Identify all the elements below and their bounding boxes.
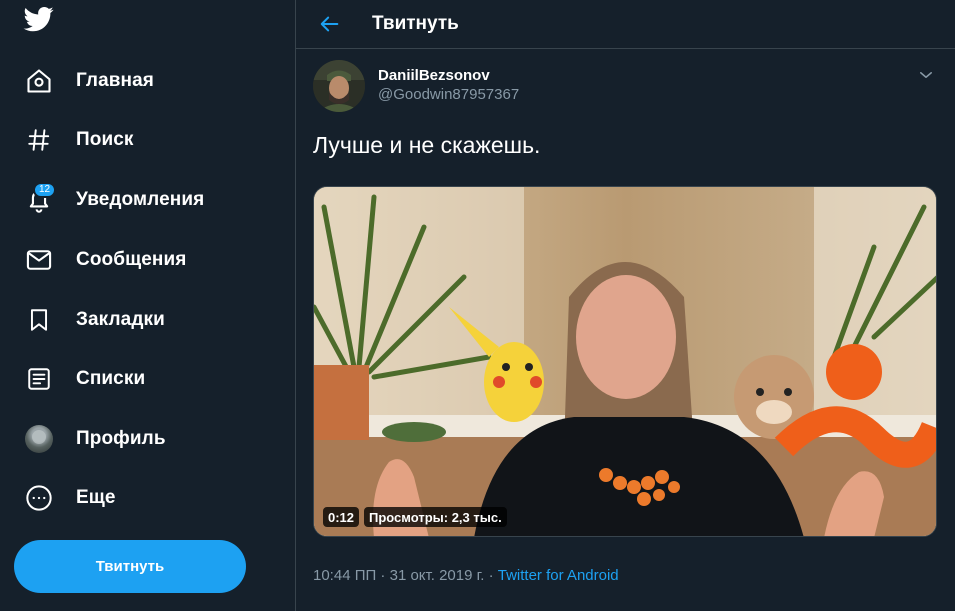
video-duration: 0:12 [323, 507, 360, 527]
nav-messages-label: Сообщения [76, 249, 187, 270]
nav-notifications[interactable]: 12 Уведомления [12, 176, 216, 224]
envelope-icon [24, 245, 54, 275]
twitter-logo-icon[interactable] [22, 4, 58, 36]
main-column: Твитнуть DaniilBezsonov @Goodwin87957367… [295, 0, 955, 611]
avatar [25, 425, 53, 453]
page-header: Твитнуть [296, 0, 955, 49]
tweet-timestamp[interactable]: 10:44 ПП · 31 окт. 2019 г. · [313, 567, 498, 584]
profile-avatar-icon [24, 424, 54, 454]
nav-home-label: Главная [76, 70, 154, 91]
hashtag-icon [24, 125, 54, 155]
tweet-author[interactable]: DaniilBezsonov @Goodwin87957367 [313, 60, 519, 112]
nav-bookmarks-label: Закладки [76, 309, 165, 330]
video-views: Просмотры: 2,3 тыс. [364, 507, 507, 527]
author-handle[interactable]: @Goodwin87957367 [378, 85, 519, 105]
tweet-source-link[interactable]: Twitter for Android [498, 567, 619, 584]
nav-explore[interactable]: Поиск [12, 116, 146, 164]
sidebar: Главная Поиск 12 Уведомления Сообщения З… [0, 0, 295, 611]
nav-more[interactable]: Еще [12, 474, 128, 522]
list-icon [24, 364, 54, 394]
nav-more-label: Еще [76, 487, 116, 508]
bookmark-icon [24, 305, 54, 335]
author-name[interactable]: DaniilBezsonov [378, 67, 519, 85]
nav-profile-label: Профиль [76, 428, 166, 449]
nav-notifications-label: Уведомления [76, 189, 205, 210]
notifications-badge: 12 [33, 182, 57, 198]
tweet-video[interactable]: 0:12 Просмотры: 2,3 тыс. [313, 186, 937, 537]
chevron-down-icon [920, 72, 932, 78]
home-icon [24, 66, 54, 96]
more-icon [24, 483, 54, 513]
nav-home[interactable]: Главная [12, 57, 166, 105]
back-button[interactable] [310, 4, 350, 44]
bell-icon: 12 [24, 182, 57, 215]
tweet-meta: 10:44 ПП · 31 окт. 2019 г. · Twitter for… [313, 567, 619, 584]
tweet-menu-button[interactable] [917, 66, 937, 86]
author-avatar[interactable] [313, 60, 365, 112]
nav-lists-label: Списки [76, 368, 146, 389]
video-thumbnail [314, 187, 936, 536]
tweet-button[interactable]: Твитнуть [14, 540, 246, 593]
nav-explore-label: Поиск [76, 129, 134, 150]
nav-lists[interactable]: Списки [12, 355, 157, 403]
nav-bookmarks[interactable]: Закладки [12, 296, 177, 344]
page-title: Твитнуть [372, 13, 459, 34]
tweet-text: Лучше и не скажешь. [313, 132, 541, 158]
arrow-left-icon [320, 16, 339, 32]
nav-profile[interactable]: Профиль [12, 415, 178, 463]
nav-messages[interactable]: Сообщения [12, 236, 198, 284]
